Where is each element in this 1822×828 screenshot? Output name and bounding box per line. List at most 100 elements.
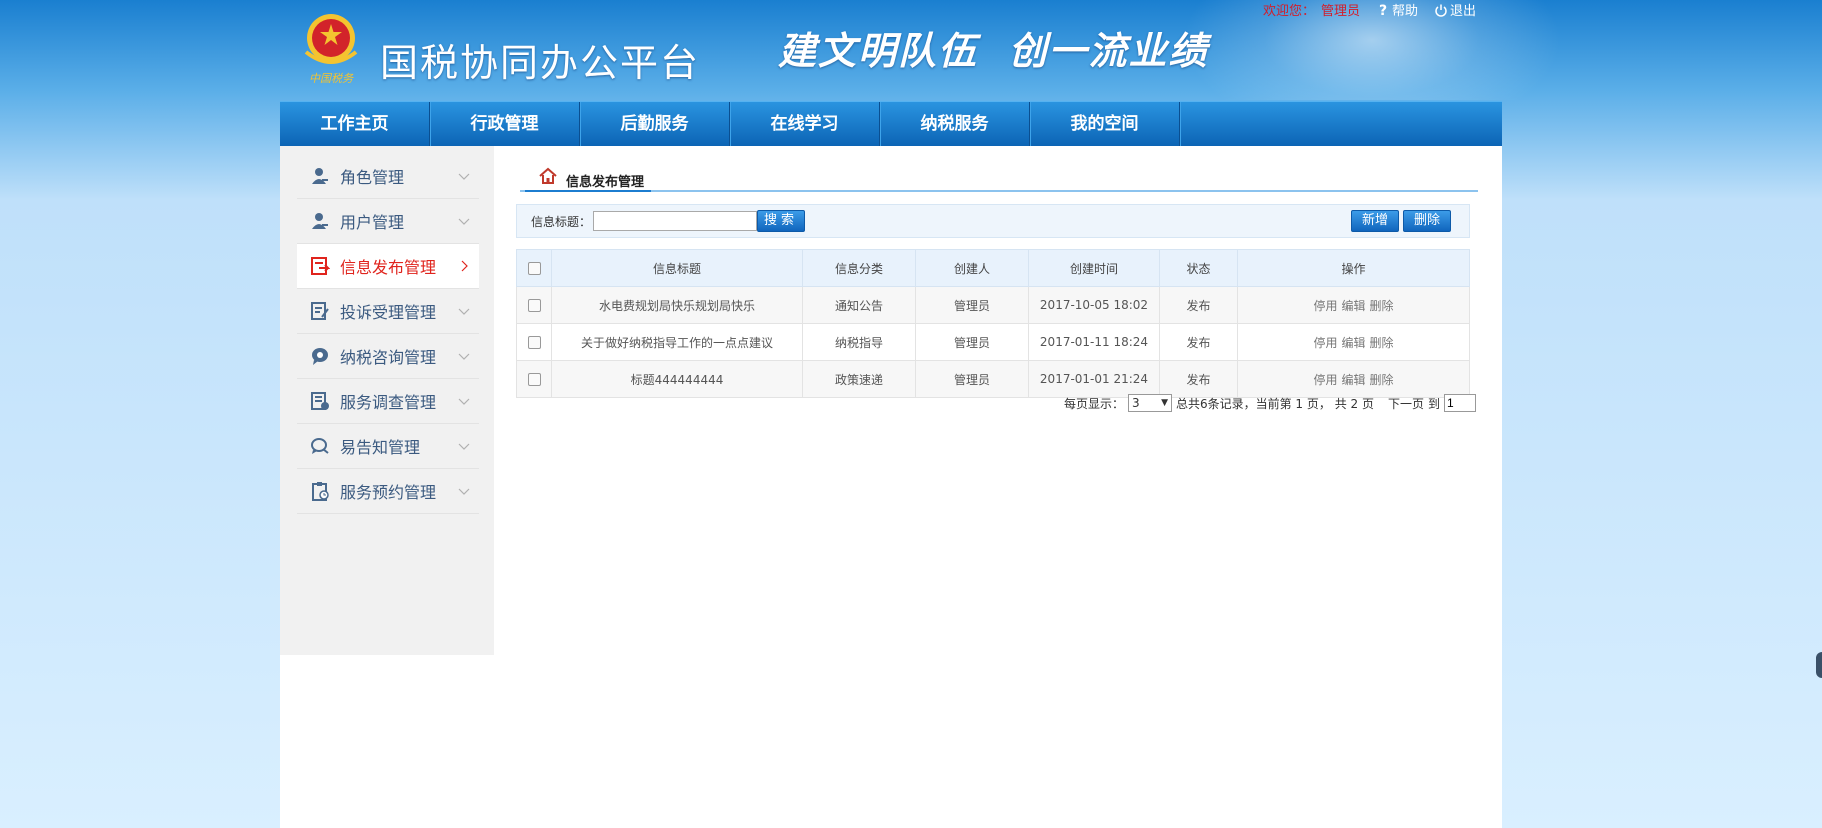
title-search-input[interactable]	[593, 211, 757, 231]
search-button[interactable]: 搜索	[757, 210, 805, 232]
cell-ops: 停用 编辑 删除	[1237, 360, 1470, 398]
nav-item-tax-service[interactable]: 纳税服务	[880, 102, 1030, 147]
next-page-link[interactable]: 下一页	[1388, 395, 1424, 412]
cell-title[interactable]: 关于做好纳税指导工作的一点点建议	[551, 323, 803, 361]
help-icon: ?	[1379, 3, 1387, 17]
sidebar-item-appointment[interactable]: 服务预约管理	[297, 469, 479, 514]
chevron-down-icon	[458, 173, 470, 180]
publish-icon	[309, 255, 331, 277]
table-row: 水电费规划局快乐规划局快乐 通知公告 管理员 2017-10-05 18:02 …	[516, 286, 1470, 324]
sidebar-item-info-publish[interactable]: 信息发布管理	[297, 244, 479, 289]
welcome-text: 欢迎您：	[1262, 4, 1315, 19]
cell-ops: 停用 编辑 删除	[1237, 286, 1470, 324]
search-label: 信息标题：	[531, 215, 592, 229]
clipboard-icon	[309, 480, 331, 502]
page-summary: 总共6条记录，当前第 1 页， 共 2 页	[1175, 396, 1374, 411]
sidebar-item-label: 投诉受理管理	[340, 303, 437, 322]
delete-link[interactable]: 删除	[1370, 299, 1394, 313]
user-icon	[309, 165, 331, 187]
slogan: 建文明队伍 创一流业绩	[778, 28, 1209, 73]
delete-link[interactable]: 删除	[1370, 373, 1394, 387]
svg-text:?: ?	[1379, 3, 1387, 17]
chevron-down-icon	[458, 308, 470, 315]
header: 中国税务 国税协同办公平台 建文明队伍 创一流业绩 欢迎您： 管理员 ? 帮助 …	[0, 0, 1822, 100]
emblem-text: 中国税务	[309, 72, 354, 85]
row-checkbox[interactable]	[527, 336, 541, 349]
cell-time: 2017-10-05 18:02	[1028, 286, 1160, 324]
page-title: 信息发布管理	[566, 175, 645, 190]
sidebar-item-label: 角色管理	[340, 168, 405, 187]
chevron-down-icon	[458, 443, 470, 450]
column-header[interactable]: 创建时间	[1028, 249, 1160, 287]
cell-title[interactable]: 标题444444444	[551, 360, 803, 398]
row-checkbox[interactable]	[527, 373, 541, 386]
cell-ops: 停用 编辑 删除	[1237, 323, 1470, 361]
delete-link[interactable]: 删除	[1370, 336, 1394, 350]
sidebar-item-label: 服务预约管理	[340, 483, 437, 502]
info-table: 信息标题 信息分类 创建人 创建时间 状态 操作 水电费规划局快乐规划局快乐 通…	[516, 249, 1470, 398]
column-header[interactable]: 状态	[1159, 249, 1238, 287]
row-select-cell	[516, 360, 552, 398]
column-header[interactable]: 信息标题	[551, 249, 803, 287]
delete-button[interactable]: 删除	[1403, 210, 1451, 232]
sidebar-item-label: 易告知管理	[340, 438, 421, 457]
add-button[interactable]: 新增	[1351, 210, 1399, 232]
disable-link[interactable]: 停用	[1313, 373, 1337, 387]
nav-item-learning[interactable]: 在线学习	[730, 102, 880, 147]
edge-scroll-handle[interactable]	[1816, 652, 1822, 678]
sidebar-item-roles[interactable]: 角色管理	[297, 154, 479, 199]
cell-category: 纳税指导	[802, 323, 916, 361]
chevron-down-icon	[458, 488, 470, 495]
row-checkbox[interactable]	[527, 299, 541, 312]
edit-link[interactable]: 编辑	[1341, 373, 1365, 387]
nav-item-home[interactable]: 工作主页	[280, 102, 430, 147]
goto-page-input[interactable]	[1444, 394, 1476, 412]
disable-link[interactable]: 停用	[1313, 336, 1337, 350]
cell-creator: 管理员	[915, 286, 1029, 324]
user-name[interactable]: 管理员	[1321, 0, 1360, 19]
disable-link[interactable]: 停用	[1313, 299, 1337, 313]
logout-link[interactable]: 退出	[1434, 0, 1476, 19]
logout-label: 退出	[1449, 4, 1476, 19]
chevron-right-icon	[461, 260, 468, 272]
sidebar-item-label: 服务调查管理	[340, 393, 437, 412]
chat-icon	[309, 435, 331, 457]
cell-title[interactable]: 水电费规划局快乐规划局快乐	[551, 286, 803, 324]
column-header[interactable]: 创建人	[915, 249, 1029, 287]
per-page-label: 每页显示：	[1063, 396, 1124, 411]
nav-item-my-space[interactable]: 我的空间	[1030, 102, 1180, 147]
edit-link[interactable]: 编辑	[1341, 299, 1365, 313]
edit-link[interactable]: 编辑	[1341, 336, 1365, 350]
cell-time: 2017-01-11 18:24	[1028, 323, 1160, 361]
sidebar-item-complaints[interactable]: 投诉受理管理	[297, 289, 479, 334]
nav-item-admin[interactable]: 行政管理	[430, 102, 580, 147]
consult-icon	[309, 345, 331, 367]
sidebar-item-survey[interactable]: 服务调查管理	[297, 379, 479, 424]
sidebar-item-label: 纳税咨询管理	[340, 348, 437, 367]
sidebar-item-users[interactable]: 用户管理	[297, 199, 479, 244]
user-icon	[309, 210, 331, 232]
cell-category: 通知公告	[802, 286, 916, 324]
cell-category: 政策速递	[802, 360, 916, 398]
column-header[interactable]: 信息分类	[802, 249, 916, 287]
breadcrumb-underline	[525, 190, 651, 192]
row-select-cell	[516, 323, 552, 361]
select-all-checkbox[interactable]	[527, 262, 541, 275]
nav-item-logistics[interactable]: 后勤服务	[580, 102, 730, 147]
cell-status: 发布	[1159, 323, 1238, 361]
survey-icon	[309, 390, 331, 412]
sidebar-item-tax-consult[interactable]: 纳税咨询管理	[297, 334, 479, 379]
sidebar-item-label: 用户管理	[340, 213, 405, 232]
breadcrumb: 信息发布管理	[520, 167, 1478, 192]
main-nav: 工作主页 行政管理 后勤服务 在线学习 纳税服务 我的空间	[280, 101, 1502, 147]
per-page-select[interactable]: 3 ▼	[1127, 394, 1172, 412]
help-link[interactable]: ? 帮助	[1376, 0, 1418, 20]
row-select-cell	[516, 286, 552, 324]
cell-creator: 管理员	[915, 360, 1029, 398]
select-all-cell	[516, 249, 552, 287]
sidebar-item-notify[interactable]: 易告知管理	[297, 424, 479, 469]
table-row: 标题444444444 政策速递 管理员 2017-01-01 21:24 发布…	[516, 360, 1470, 398]
sidebar: 角色管理 用户管理 信息发布管理 投诉受理管理 纳税咨询管理 服务调查管理 易告…	[280, 146, 494, 655]
power-icon	[1435, 4, 1447, 17]
per-page-value: 3	[1131, 396, 1140, 410]
